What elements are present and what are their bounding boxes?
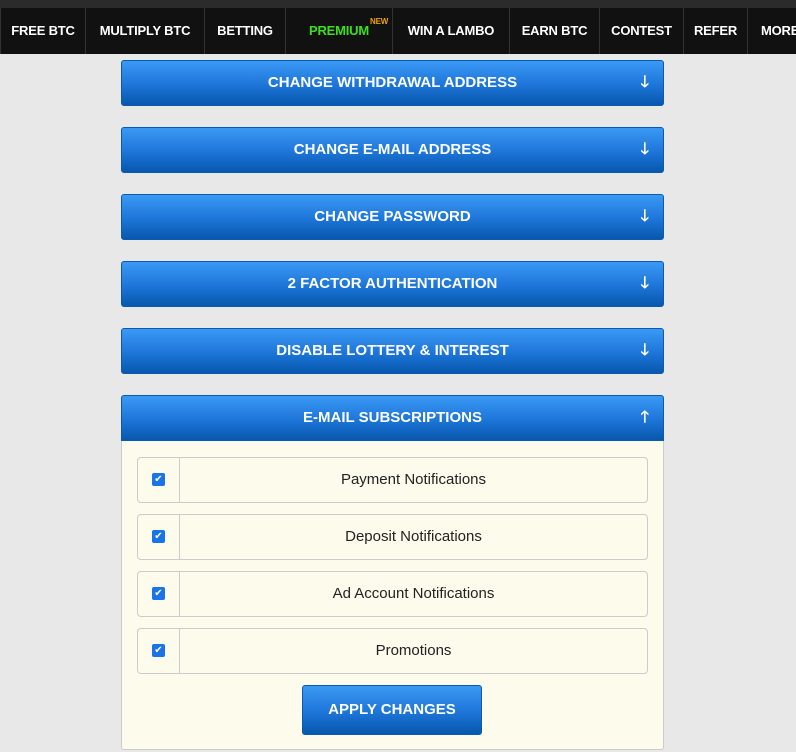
- accordion-title: DISABLE LOTTERY & INTEREST: [276, 342, 509, 359]
- nav-premium-label: PREMIUM: [309, 23, 369, 38]
- checkbox-ad-account-notifications[interactable]: ✔: [138, 572, 180, 616]
- main-nav: FREE BTC MULTIPLY BTC BETTING PREMIUM NEW…: [0, 8, 796, 54]
- accordion-change-withdrawal-address[interactable]: CHANGE WITHDRAWAL ADDRESS 🡓: [121, 60, 664, 106]
- checkbox-deposit-notifications[interactable]: ✔: [138, 515, 180, 559]
- option-label: Promotions: [375, 642, 452, 659]
- accordion-change-password[interactable]: CHANGE PASSWORD 🡓: [121, 194, 664, 240]
- accordion-title: 2 FACTOR AUTHENTICATION: [287, 275, 498, 292]
- nav-more[interactable]: MORE: [748, 8, 796, 54]
- apply-changes-button[interactable]: APPLY CHANGES: [302, 685, 482, 735]
- nav-premium[interactable]: PREMIUM NEW: [286, 8, 393, 54]
- accordion-email-subscriptions[interactable]: E-MAIL SUBSCRIPTIONS 🡑: [121, 395, 664, 441]
- arrow-down-icon: 🡓: [640, 141, 649, 158]
- top-strip: [0, 0, 796, 8]
- accordion-2fa[interactable]: 2 FACTOR AUTHENTICATION 🡓: [121, 261, 664, 307]
- accordion-title: CHANGE PASSWORD: [314, 208, 471, 225]
- arrow-up-icon: 🡑: [640, 409, 649, 426]
- checkbox-payment-notifications[interactable]: ✔: [138, 458, 180, 502]
- nav-multiply-btc[interactable]: MULTIPLY BTC: [86, 8, 205, 54]
- check-icon: ✔: [152, 586, 165, 600]
- subscription-option: ✔ Promotions: [137, 628, 648, 674]
- nav-contest[interactable]: CONTEST: [600, 8, 684, 54]
- nav-earn-btc[interactable]: EARN BTC: [510, 8, 600, 54]
- arrow-down-icon: 🡓: [640, 342, 649, 359]
- new-badge: NEW: [370, 17, 389, 26]
- check-icon: ✔: [152, 529, 165, 543]
- accordion-title: CHANGE WITHDRAWAL ADDRESS: [267, 74, 518, 91]
- arrow-down-icon: 🡓: [640, 74, 649, 91]
- nav-betting[interactable]: BETTING: [205, 8, 286, 54]
- accordion-title: E-MAIL SUBSCRIPTIONS: [303, 409, 482, 426]
- accordion-title: CHANGE E-MAIL ADDRESS: [293, 141, 492, 158]
- nav-free-btc[interactable]: FREE BTC: [1, 8, 86, 54]
- arrow-down-icon: 🡓: [640, 275, 649, 292]
- accordion-disable-lottery-interest[interactable]: DISABLE LOTTERY & INTEREST 🡓: [121, 328, 664, 374]
- option-label: Deposit Notifications: [345, 528, 482, 545]
- subscription-option: ✔ Payment Notifications: [137, 457, 648, 503]
- checkbox-promotions[interactable]: ✔: [138, 629, 180, 673]
- nav-refer[interactable]: REFER: [684, 8, 748, 54]
- accordion-change-email-address[interactable]: CHANGE E-MAIL ADDRESS 🡓: [121, 127, 664, 173]
- option-label: Ad Account Notifications: [332, 585, 495, 602]
- arrow-down-icon: 🡓: [640, 208, 649, 225]
- option-label: Payment Notifications: [340, 471, 487, 488]
- email-subscriptions-panel: ✔ Payment Notifications ✔ Deposit Notifica…: [121, 441, 664, 750]
- check-icon: ✔: [152, 472, 165, 486]
- nav-win-a-lambo[interactable]: WIN A LAMBO: [393, 8, 510, 54]
- subscription-option: ✔ Deposit Notifications: [137, 514, 648, 560]
- subscription-option: ✔ Ad Account Notifications: [137, 571, 648, 617]
- check-icon: ✔: [152, 643, 165, 657]
